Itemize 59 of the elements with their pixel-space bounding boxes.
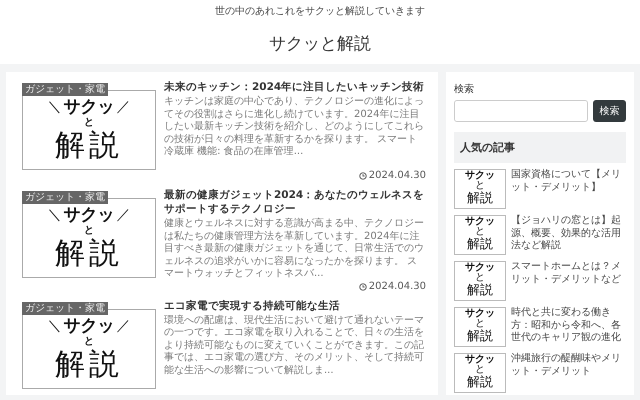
article-thumbnail[interactable]: サクッ と 解説 — [454, 353, 506, 393]
popular-article-link[interactable]: 時代と共に変わる働き方：昭和から令和へ、各世代のキャリア観の進化 — [511, 307, 626, 347]
thumbnail-text: と — [475, 227, 485, 237]
popular-heading: 人気の記事 — [454, 132, 626, 163]
thumbnail-text: と — [475, 181, 485, 191]
thumbnail-text: ／ — [116, 206, 130, 224]
post-date: 2024.04.30 — [368, 280, 426, 292]
thumbnail-text: サクッ — [465, 216, 495, 227]
clock-icon — [358, 282, 367, 290]
category-label: ガジェット・家電 — [22, 302, 108, 314]
search-label: 検索 — [454, 82, 475, 96]
thumbnail-text: 解説 — [55, 129, 123, 163]
thumbnail-text: サクッ — [465, 170, 495, 181]
thumbnail-text: と — [475, 273, 485, 283]
thumbnail-text: サクッ — [64, 316, 114, 336]
popular-article-link[interactable]: 国家資格について【メリット・デメリット】 — [511, 169, 626, 209]
article-title[interactable]: 未来のキッチン：2024年に注目したいキッチン技術 — [164, 80, 426, 94]
thumbnail-text: と — [475, 319, 485, 329]
search-field[interactable] — [454, 100, 588, 122]
thumbnail-text: ＼ — [48, 98, 62, 116]
article-snippet: キッチンは家庭の中心であり、テクノロジーの進化によってその役割はさらに進化し続けています。2024年に注目したい最新キッチン技術を紹介し、どのようにしてこれらの技術が日々の料理を革新するかを探ります。 スマート冷蔵庫 機能: 食品の在庫管理... — [164, 96, 425, 158]
article-thumbnail[interactable]: サクッ と 解説 — [454, 215, 506, 255]
thumbnail-text: 解説 — [467, 237, 493, 253]
thumbnail-text: 解説 — [467, 191, 493, 207]
thumbnail-text: ／ — [116, 316, 130, 334]
thumbnail-text: ／ — [116, 98, 130, 116]
post-date: 2024.04.30 — [368, 170, 426, 182]
thumbnail-text: 解説 — [55, 348, 123, 382]
category-label: ガジェット・家電 — [22, 191, 108, 204]
thumbnail-text: 解説 — [467, 375, 493, 391]
article-thumbnail[interactable]: サクッ と 解説 — [454, 261, 506, 301]
thumbnail-text: と — [84, 117, 94, 129]
thumbnail-text: サクッ — [465, 354, 495, 365]
thumbnail-text: 解説 — [55, 237, 123, 271]
category-label: ガジェット・家電 — [22, 83, 108, 96]
thumbnail-text: ＼ — [48, 206, 62, 224]
article-snippet: 健康とウェルネスに対する意識が高まる中、テクノロジーは私たちの健康管理方法を革新しています。2024年に注目すべき最新の健康ガジェットを通じて、日常生活でのウェルネスの追求がいかに容易になったかを探ります。 スマートウォッチとフィットネスバ... — [164, 218, 425, 280]
thumbnail-text: と — [475, 365, 485, 375]
thumbnail-text: 解説 — [467, 283, 493, 299]
popular-article-link[interactable]: 【ジョハリの窓とは】起源、概要、効果的な活用法など解説 — [511, 215, 626, 255]
thumbnail-text: サクッ — [64, 205, 114, 225]
thumbnail-text: と — [84, 225, 94, 237]
article-title[interactable]: 最新の健康ガジェット2024：あなたのウェルネスをサポートするテクノロジー — [164, 188, 426, 216]
thumbnail-text: サクッ — [64, 97, 114, 117]
thumbnail-text: サクッ — [465, 262, 495, 273]
thumbnail-text: サクッ — [465, 308, 495, 319]
thumbnail-text: 解説 — [467, 329, 493, 345]
thumbnail-text: と — [84, 336, 94, 348]
article-title[interactable]: エコ家電で実現する持続可能な生活 — [164, 298, 426, 312]
thumbnail-text: ＼ — [48, 316, 62, 334]
popular-article-link[interactable]: 沖縄旅行の醍醐味やメリット・デメリット — [511, 353, 626, 393]
article-thumbnail[interactable]: サクッ と 解説 — [454, 307, 506, 347]
popular-article-link[interactable]: スマートホームとは？メリット・デメリットなど — [511, 261, 626, 301]
site-title[interactable]: サクッと解説 — [269, 32, 371, 55]
clock-icon — [358, 172, 367, 180]
search-button[interactable]: 検索 — [593, 100, 626, 122]
article-thumbnail[interactable]: サクッ と 解説 — [454, 169, 506, 209]
site-tagline: 世の中のあれこれをサクッと解説していきます — [215, 4, 425, 18]
article-snippet: 環境への配慮は、現代生活において避けて通れないテーマの一つです。エコ家電を取り入れることで、日々の生活をより持続可能なものに変えていくことができます。この記事では、エコ家電の選び方、そのメリット、そして持続可能な生活への影響について解説しま... — [164, 314, 425, 377]
